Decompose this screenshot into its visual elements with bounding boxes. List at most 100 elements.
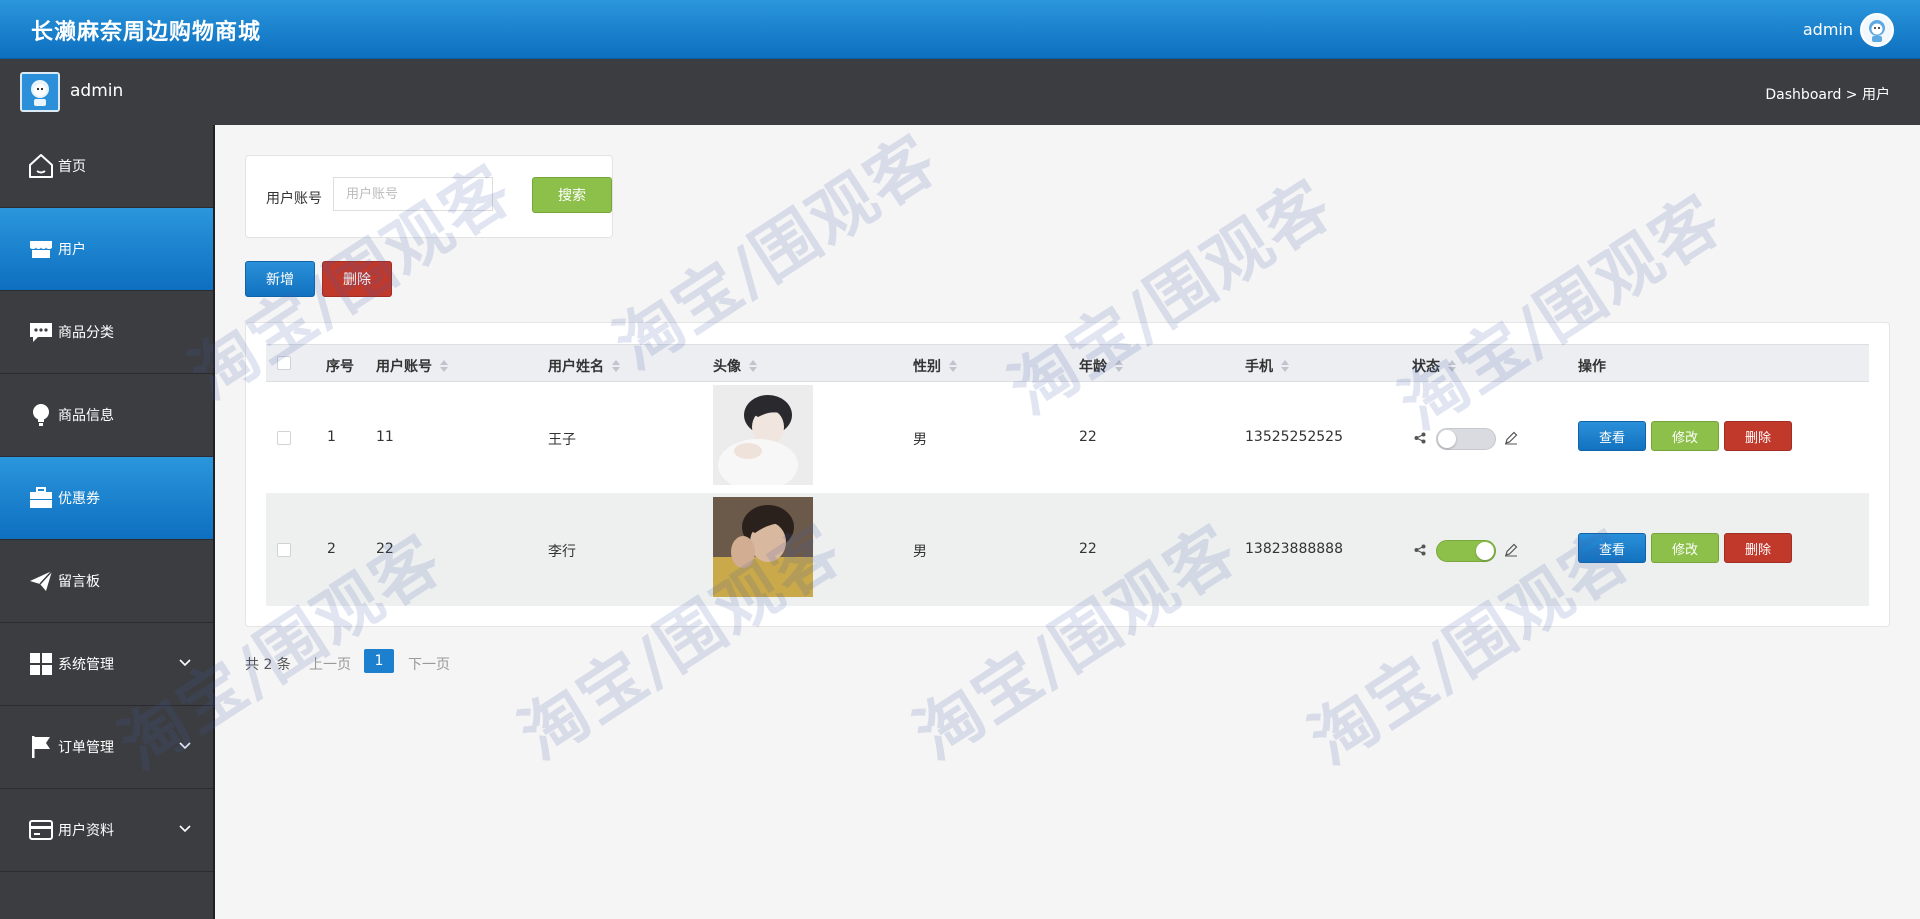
briefcase-icon xyxy=(26,483,56,513)
search-button[interactable]: 搜索 xyxy=(532,177,612,213)
column-header: 操作 xyxy=(1578,359,1606,375)
sidebar-item-orders[interactable]: 订单管理 xyxy=(0,706,213,789)
chevron-down-icon xyxy=(179,821,191,837)
sidebar-item-coupons[interactable]: 优惠券 xyxy=(0,457,213,540)
sort-icon xyxy=(1281,360,1289,372)
delete-button[interactable]: 删除 xyxy=(1724,421,1792,451)
cell-index: 1 xyxy=(327,429,336,445)
sidebar-item-category[interactable]: 商品分类 xyxy=(0,291,213,374)
sub-header: admin Dashboard > 用户 xyxy=(0,59,1920,125)
column-header-name[interactable]: 用户姓名 xyxy=(548,356,620,376)
column-header-status[interactable]: 状态 xyxy=(1412,356,1456,376)
column-header-gender[interactable]: 性别 xyxy=(913,356,957,376)
row-checkbox[interactable] xyxy=(277,431,291,445)
status-toggle[interactable] xyxy=(1436,540,1496,562)
header-username[interactable]: admin xyxy=(1803,20,1853,39)
status-toggle[interactable] xyxy=(1436,428,1496,450)
page-number-current[interactable]: 1 xyxy=(364,649,394,673)
sidebar-item-label: 留言板 xyxy=(58,574,100,590)
column-header: 头像 xyxy=(713,359,741,375)
sort-icon xyxy=(440,360,448,372)
table-header: 序号 用户账号 用户姓名 头像 性别 年龄 手机 状态 操作 xyxy=(266,344,1869,382)
sort-icon xyxy=(949,360,957,372)
search-label: 用户账号 xyxy=(266,191,322,207)
row-checkbox[interactable] xyxy=(277,543,291,557)
user-logo xyxy=(20,72,60,112)
sort-icon xyxy=(1448,360,1456,372)
sort-icon xyxy=(612,360,620,372)
edit-pencil-icon[interactable] xyxy=(1504,431,1518,449)
sidebar-item-label: 系统管理 xyxy=(58,657,114,673)
sidebar-item-profile[interactable]: 用户资料 xyxy=(0,789,213,872)
cell-name: 李行 xyxy=(548,544,576,560)
column-header: 用户姓名 xyxy=(548,359,604,375)
sidebar-item-label: 优惠券 xyxy=(58,491,100,507)
column-header: 用户账号 xyxy=(376,359,432,375)
mascot-logo-icon xyxy=(22,74,58,110)
chat-icon xyxy=(26,317,56,347)
cell-gender: 男 xyxy=(913,544,927,560)
search-input[interactable] xyxy=(333,177,493,211)
column-header: 序号 xyxy=(326,359,354,375)
toggle-knob xyxy=(1476,542,1494,560)
cell-gender: 男 xyxy=(913,432,927,448)
cell-age: 22 xyxy=(1079,429,1097,445)
sidebar-username: admin xyxy=(70,81,124,101)
user-avatar-image[interactable] xyxy=(713,497,813,597)
sidebar-item-label: 订单管理 xyxy=(58,740,114,756)
table-row: 2 22 李行 男 22 13823888888 查看 修改 删除 xyxy=(266,494,1869,606)
column-header-age[interactable]: 年龄 xyxy=(1079,356,1123,376)
cell-account: 22 xyxy=(376,541,394,557)
column-header-avatar[interactable]: 头像 xyxy=(713,356,757,376)
sidebar-item-products[interactable]: 商品信息 xyxy=(0,374,213,457)
toggle-knob xyxy=(1438,430,1456,448)
sort-icon xyxy=(749,360,757,372)
select-all-checkbox[interactable] xyxy=(277,356,291,370)
grid-icon xyxy=(26,649,56,679)
chevron-down-icon xyxy=(179,655,191,671)
sidebar-item-label: 商品分类 xyxy=(58,325,114,341)
home-icon xyxy=(26,151,56,181)
column-header: 性别 xyxy=(913,359,941,375)
share-icon[interactable] xyxy=(1414,432,1426,448)
share-icon[interactable] xyxy=(1414,544,1426,560)
edit-button[interactable]: 修改 xyxy=(1651,533,1719,563)
table-row: 1 11 王子 男 22 13525252525 查看 修改 删除 xyxy=(266,382,1869,494)
column-header: 年龄 xyxy=(1079,359,1107,375)
sidebar-item-home[interactable]: 首页 xyxy=(0,125,213,208)
sidebar-item-label: 用户资料 xyxy=(58,823,114,839)
delete-button[interactable]: 删除 xyxy=(1724,533,1792,563)
paper-plane-icon xyxy=(26,566,56,596)
user-table: 序号 用户账号 用户姓名 头像 性别 年龄 手机 状态 操作 1 11 王子 男… xyxy=(266,344,1869,606)
edit-button[interactable]: 修改 xyxy=(1651,421,1719,451)
cell-phone: 13823888888 xyxy=(1245,541,1343,557)
prev-page-link[interactable]: 上一页 xyxy=(309,654,351,674)
column-header: 状态 xyxy=(1412,359,1440,375)
sidebar-item-messages[interactable]: 留言板 xyxy=(0,540,213,623)
user-avatar-image[interactable] xyxy=(713,385,813,485)
card-icon xyxy=(26,815,56,845)
cell-index: 2 xyxy=(327,541,336,557)
main-content: 用户账号 搜索 新增 删除 序号 用户账号 用户姓名 头像 性别 年龄 手机 状… xyxy=(215,125,1920,919)
sidebar-item-label: 用户 xyxy=(58,242,86,258)
next-page-link[interactable]: 下一页 xyxy=(408,654,450,674)
add-button[interactable]: 新增 xyxy=(245,261,315,297)
sidebar: 首页 用户 商品分类 商品信息 优惠券 留言板 系统管理 订单管理 用户资料 xyxy=(0,125,215,919)
column-header-account[interactable]: 用户账号 xyxy=(376,356,448,376)
column-header: 手机 xyxy=(1245,359,1273,375)
cell-age: 22 xyxy=(1079,541,1097,557)
view-button[interactable]: 查看 xyxy=(1578,533,1646,563)
batch-delete-button[interactable]: 删除 xyxy=(322,261,392,297)
sidebar-item-system[interactable]: 系统管理 xyxy=(0,623,213,706)
column-header-phone[interactable]: 手机 xyxy=(1245,356,1289,376)
flag-icon xyxy=(26,732,56,762)
breadcrumb: Dashboard > 用户 xyxy=(1765,87,1890,103)
sidebar-item-users[interactable]: 用户 xyxy=(0,208,213,291)
chevron-down-icon xyxy=(179,738,191,754)
sort-icon xyxy=(1115,360,1123,372)
view-button[interactable]: 查看 xyxy=(1578,421,1646,451)
header-avatar[interactable] xyxy=(1860,13,1894,47)
edit-pencil-icon[interactable] xyxy=(1504,543,1518,561)
sidebar-item-label: 商品信息 xyxy=(58,408,114,424)
search-panel: 用户账号 搜索 xyxy=(245,155,613,238)
